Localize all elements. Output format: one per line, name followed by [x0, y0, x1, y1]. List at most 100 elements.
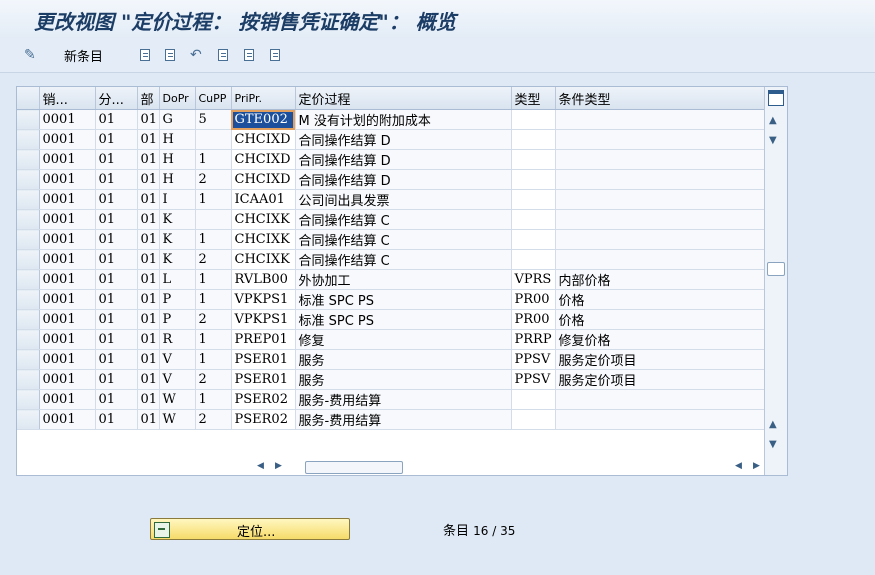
cell-distribution: 01 — [95, 369, 138, 390]
cell-pricing-proc[interactable]: CHCIXK — [231, 249, 296, 270]
cell-pricing-proc[interactable]: VPKPS1 — [231, 309, 296, 330]
col-header-sales-org[interactable]: 销... — [39, 87, 96, 110]
table-row: 0001 01 01 V 1 PSER01 服务 PPSV 服务定价项目 — [17, 349, 766, 370]
table-settings-icon[interactable] — [768, 90, 784, 106]
display-change-button[interactable]: ✎ — [24, 46, 38, 64]
cell-division: 01 — [137, 249, 160, 270]
cell-condition-type — [555, 149, 766, 170]
cell-type[interactable]: PPSV — [511, 349, 556, 370]
scroll-left-icon[interactable]: ◀ — [735, 461, 742, 471]
cell-pricing-proc[interactable]: VPKPS1 — [231, 289, 296, 310]
glasses-pencil-icon: ✎ — [24, 47, 36, 63]
cell-pricing-proc[interactable]: CHCIXK — [231, 209, 296, 230]
cell-type[interactable] — [511, 249, 556, 270]
position-button[interactable]: 定位... — [150, 518, 350, 540]
cell-pricing-proc[interactable]: RVLB00 — [231, 269, 296, 290]
cell-doc-procedure: V — [159, 369, 196, 390]
scroll-right-icon[interactable]: ▶ — [275, 461, 282, 471]
row-selector-header[interactable] — [17, 87, 40, 110]
cell-pricing-proc[interactable]: CHCIXD — [231, 169, 296, 190]
cell-type[interactable]: VPRS — [511, 269, 556, 290]
row-selector[interactable] — [17, 269, 40, 290]
cell-pricing-proc[interactable]: PSER01 — [231, 369, 296, 390]
cell-type[interactable] — [511, 149, 556, 170]
scroll-thumb[interactable] — [767, 262, 785, 276]
cell-type[interactable] — [511, 129, 556, 150]
undo-button[interactable]: ↶ — [190, 46, 204, 64]
cell-pricing-desc: 服务-费用结算 — [295, 409, 512, 430]
new-entries-button[interactable]: 新条目 — [60, 46, 104, 65]
cell-pricing-proc[interactable]: CHCIXK — [231, 229, 296, 250]
row-selector[interactable] — [17, 149, 40, 170]
table-control: 销... 分... 部 DoPr CuPP PriPr. 定价过程 类型 条件类… — [16, 86, 788, 476]
horizontal-scrollbar-right[interactable]: ◀ ▶ — [731, 460, 771, 475]
cell-type[interactable] — [511, 229, 556, 250]
row-selector[interactable] — [17, 309, 40, 330]
cell-cust-procedure: 1 — [195, 329, 232, 350]
row-selector[interactable] — [17, 389, 40, 410]
new-entries-label: 新条目 — [64, 49, 104, 65]
copy-button[interactable] — [140, 46, 150, 64]
row-selector[interactable] — [17, 129, 40, 150]
cell-distribution: 01 — [95, 389, 138, 410]
row-selector[interactable] — [17, 369, 40, 390]
cell-pricing-proc[interactable]: PSER02 — [231, 409, 296, 430]
cell-type[interactable] — [511, 189, 556, 210]
row-selector[interactable] — [17, 349, 40, 370]
row-selector[interactable] — [17, 229, 40, 250]
row-selector[interactable] — [17, 189, 40, 210]
col-header-cust-procedure[interactable]: CuPP — [195, 87, 232, 110]
cell-type[interactable] — [511, 169, 556, 190]
col-header-pricing-proc[interactable]: PriPr. — [231, 87, 296, 110]
cell-type[interactable] — [511, 109, 556, 130]
cell-type[interactable]: PPSV — [511, 369, 556, 390]
col-header-division[interactable]: 部 — [137, 87, 160, 110]
row-selector[interactable] — [17, 409, 40, 430]
cell-type[interactable]: PR00 — [511, 289, 556, 310]
cell-doc-procedure: P — [159, 309, 196, 330]
scroll-right-icon[interactable]: ▶ — [753, 461, 760, 471]
col-header-doc-procedure[interactable]: DoPr — [159, 87, 196, 110]
cell-pricing-proc[interactable]: GTE002 — [231, 109, 296, 130]
deselect-all-button[interactable] — [270, 46, 280, 64]
scroll-page-up-icon[interactable]: ▲ — [769, 419, 777, 430]
row-selector[interactable] — [17, 329, 40, 350]
cell-distribution: 01 — [95, 309, 138, 330]
select-block-button[interactable] — [244, 46, 254, 64]
cell-type[interactable]: PR00 — [511, 309, 556, 330]
cell-pricing-proc[interactable]: PSER02 — [231, 389, 296, 410]
table-row: 0001 01 01 V 2 PSER01 服务 PPSV 服务定价项目 — [17, 369, 766, 390]
scroll-page-down-icon[interactable]: ▼ — [769, 135, 777, 146]
cell-pricing-proc[interactable]: PREP01 — [231, 329, 296, 350]
deselect-all-icon — [270, 49, 280, 61]
row-selector[interactable] — [17, 209, 40, 230]
vertical-scrollbar[interactable]: ▲ ▼ ▲ ▼ — [764, 87, 787, 475]
select-all-button[interactable] — [218, 46, 228, 64]
col-header-type[interactable]: 类型 — [511, 87, 556, 110]
horizontal-scroll-thumb[interactable] — [305, 461, 403, 474]
scroll-left-icon[interactable]: ◀ — [257, 461, 264, 471]
row-selector[interactable] — [17, 169, 40, 190]
table-row: 0001 01 01 I 1 ICAA01 公司间出具发票 — [17, 189, 766, 210]
row-selector[interactable] — [17, 109, 40, 130]
scroll-up-icon[interactable]: ▲ — [769, 115, 777, 126]
delete-button[interactable] — [165, 46, 175, 64]
cell-pricing-proc[interactable]: PSER01 — [231, 349, 296, 370]
row-selector[interactable] — [17, 289, 40, 310]
cell-condition-type — [555, 249, 766, 270]
cell-type[interactable] — [511, 409, 556, 430]
cell-type[interactable] — [511, 209, 556, 230]
cell-type[interactable]: PRRP — [511, 329, 556, 350]
cell-sales-org: 0001 — [39, 249, 96, 270]
cell-pricing-proc[interactable]: CHCIXD — [231, 149, 296, 170]
col-header-pricing-desc[interactable]: 定价过程 — [295, 87, 512, 110]
cell-distribution: 01 — [95, 349, 138, 370]
horizontal-scrollbar[interactable]: ◀ ▶ — [253, 460, 403, 475]
col-header-distribution[interactable]: 分... — [95, 87, 138, 110]
cell-pricing-proc[interactable]: ICAA01 — [231, 189, 296, 210]
row-selector[interactable] — [17, 249, 40, 270]
col-header-condition-type[interactable]: 条件类型 — [555, 87, 766, 110]
cell-pricing-proc[interactable]: CHCIXD — [231, 129, 296, 150]
cell-type[interactable] — [511, 389, 556, 410]
scroll-down-icon[interactable]: ▼ — [769, 439, 777, 450]
